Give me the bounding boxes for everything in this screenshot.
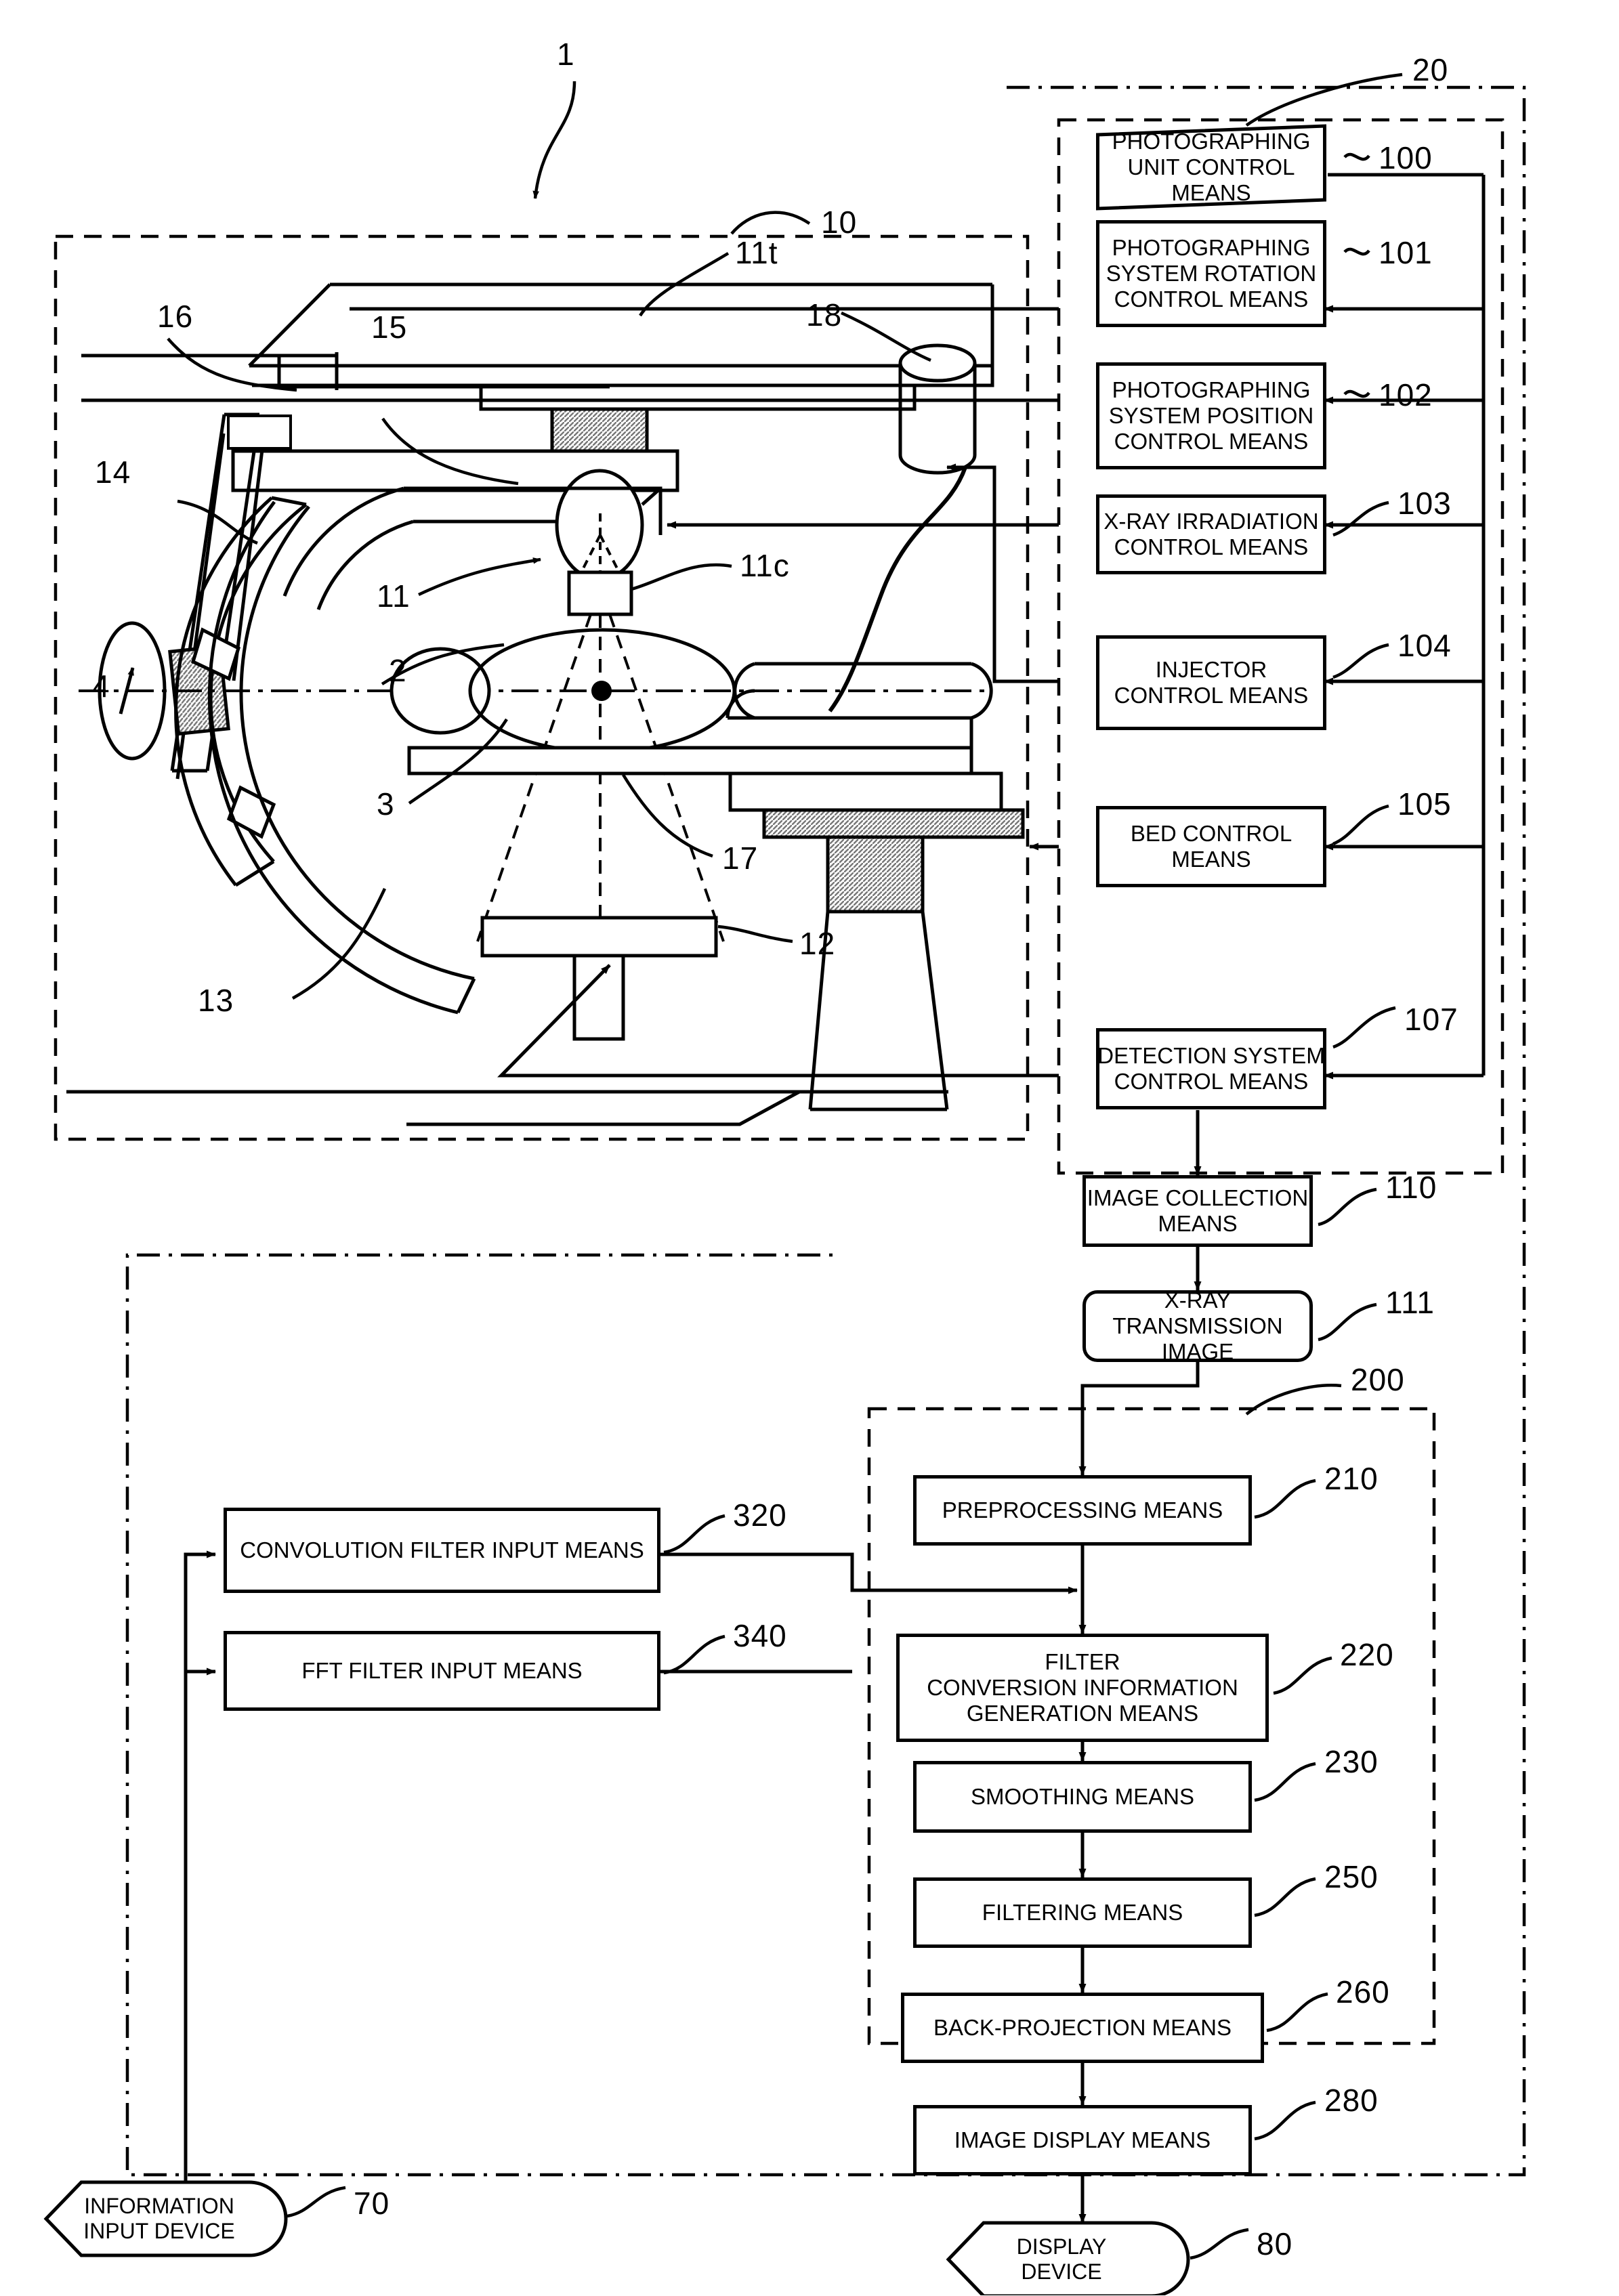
block-230-label: SMOOTHING MEANS [970,1783,1195,1809]
block-250-label: FILTERING MEANS [982,1899,1183,1925]
ref-70: 70 [354,2186,390,2221]
diagram-vector-layer [54,85,1526,2224]
ref-13: 13 [198,983,234,1018]
ref-80: 80 [1257,2226,1293,2261]
xray-tube-11t [555,469,663,581]
block-104-label: INJECTOR CONTROL MEANS [1114,656,1309,708]
ref-340: 340 [733,1618,787,1653]
ref-100: 100 [1379,140,1433,175]
block-101-label: PHOTOGRAPHING SYSTEM ROTATION CONTROL ME… [1106,234,1317,312]
ref-18: 18 [806,297,843,333]
ref-110: 110 [1385,1170,1437,1205]
ref-210: 210 [1324,1461,1379,1496]
ref-1: 1 [557,37,575,72]
ref-11: 11 [377,578,411,614]
ref-230: 230 [1324,1744,1379,1779]
terminal-shapes [43,2180,1190,2295]
block-107-label: DETECTION SYSTEM CONTROL MEANS [1097,1042,1325,1094]
ref-102: 102 [1379,377,1433,412]
bed-top-3 [407,662,993,775]
ref-320: 320 [733,1497,787,1533]
control-link-lines [81,307,1059,1078]
block-102-label: PHOTOGRAPHING SYSTEM POSITION CONTROL ME… [1108,377,1314,454]
ref-10: 10 [821,205,858,240]
block-340-label: FFT FILTER INPUT MEANS [301,1657,583,1683]
terminal-70-label: INFORMATION INPUT DEVICE [83,2193,235,2243]
ref-11t: 11t [735,235,778,270]
ref-3: 3 [377,786,395,822]
leader-lines [167,72,1403,2260]
ref-200: 200 [1351,1362,1405,1397]
block-103-label: X-RAY IRRADIATION CONTROL MEANS [1103,508,1319,559]
xray-beam-cone [476,614,725,942]
ref-105: 105 [1397,786,1452,822]
block-100-label: PHOTOGRAPHING UNIT CONTROL MEANS [1112,128,1311,206]
ref-15: 15 [371,310,408,345]
ref-111: 111 [1385,1285,1435,1320]
block-110-label: IMAGE COLLECTION MEANS [1087,1185,1309,1236]
bed-pedestal [406,911,949,1126]
ref-4: 4 [92,668,110,704]
ref-20: 20 [1412,52,1449,87]
ref-101: 101 [1379,235,1433,270]
ref-17: 17 [722,841,759,876]
ref-280: 280 [1324,2083,1379,2118]
block-260-label: BACK-PROJECTION MEANS [933,2014,1232,2040]
ref-14: 14 [95,454,131,490]
ref-12: 12 [799,926,836,961]
ref-107: 107 [1404,1002,1458,1037]
control-unit-bus [1324,173,1486,1080]
ref-11c: 11c [740,548,790,583]
ref-16: 16 [157,299,194,334]
upper-carriage-15 [248,282,994,411]
bed-support-17 [728,771,1003,812]
patient-2 [390,628,736,754]
support-column-14 [170,412,261,780]
c-arm-top-bar [282,486,571,610]
ref-103: 103 [1397,486,1452,521]
ceiling-rail-16 [81,352,610,390]
carriage-lower-plate [231,449,679,492]
block-220-label: FILTER CONVERSION INFORMATION GENERATION… [927,1649,1238,1726]
block-280-label: IMAGE DISPLAY MEANS [954,2127,1211,2152]
collimator-11c [567,570,633,616]
block-210-label: PREPROCESSING MEANS [942,1497,1223,1523]
injector-18 [828,343,977,713]
ref-104: 104 [1397,628,1452,663]
figure-canvas: PHOTOGRAPHING UNIT CONTROL MEANS PHOTOGR… [0,0,1619,2295]
block-320-label: CONVOLUTION FILTER INPUT MEANS [240,1537,644,1562]
ref-220: 220 [1340,1637,1394,1672]
c-arm-13 [174,496,476,1015]
block-105-label: BED CONTROL MEANS [1130,820,1292,872]
ref-250: 250 [1324,1859,1379,1894]
support-arm-inner [228,431,266,681]
ref-2: 2 [389,653,407,688]
detector-12 [480,916,718,1041]
terminal-80-label: DISPLAY DEVICE [1016,2234,1107,2284]
block-111-label: X-RAY TRANSMISSION IMAGE [1112,1287,1283,1365]
ref-260: 260 [1336,1974,1390,2010]
